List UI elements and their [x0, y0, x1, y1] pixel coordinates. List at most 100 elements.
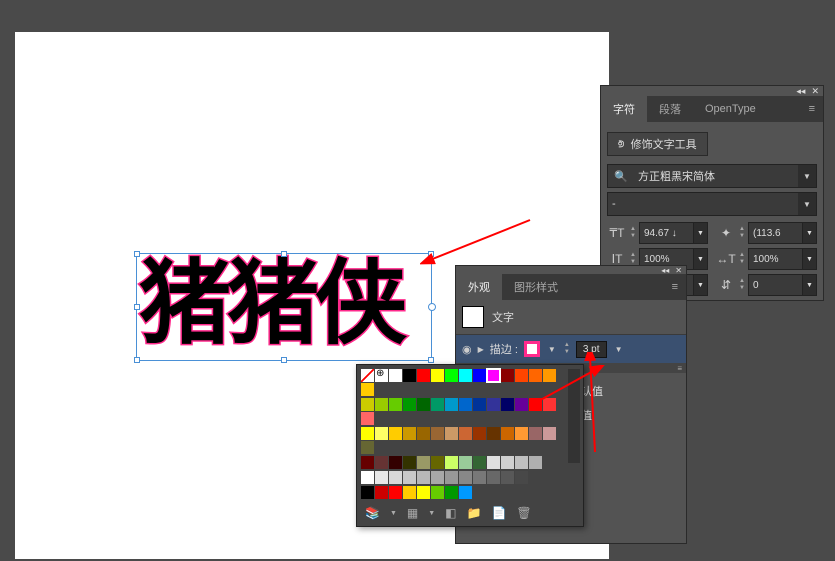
chevron-down-icon[interactable]: ▼	[694, 222, 708, 244]
swatch-item[interactable]	[417, 398, 430, 411]
swatch-item[interactable]	[501, 427, 514, 440]
handle-bot-mid[interactable]	[281, 357, 287, 363]
stroke-color-swatch[interactable]	[524, 341, 540, 357]
swatch-item[interactable]	[431, 427, 444, 440]
stepper-icon[interactable]: ▲▼	[736, 252, 748, 266]
handle-top-left[interactable]	[134, 251, 140, 257]
swatch-item[interactable]	[487, 456, 500, 469]
swatch-item[interactable]	[361, 471, 374, 484]
tab-appearance[interactable]: 外观	[456, 274, 502, 300]
swatch-item[interactable]	[473, 427, 486, 440]
swatch-item[interactable]	[543, 369, 556, 382]
swatch-item[interactable]	[389, 369, 402, 382]
swatch-item[interactable]	[487, 427, 500, 440]
swatch-item[interactable]	[361, 441, 374, 454]
swatch-item[interactable]	[487, 369, 500, 382]
close-icon[interactable]: ✕	[811, 86, 819, 97]
swatch-item[interactable]	[375, 398, 388, 411]
stepper-icon[interactable]: ▲▼	[627, 226, 639, 240]
swatch-options-icon[interactable]: ◧	[445, 506, 456, 520]
panel-menu-icon[interactable]: ≡	[801, 96, 823, 122]
swatch-item[interactable]	[389, 427, 402, 440]
tab-character[interactable]: 字符	[601, 96, 647, 122]
swatch-item[interactable]	[375, 427, 388, 440]
swatch-item[interactable]	[459, 398, 472, 411]
swatch-item[interactable]	[361, 369, 374, 382]
swatch-item[interactable]	[403, 486, 416, 499]
swatch-item[interactable]	[473, 369, 486, 382]
chevron-down-icon[interactable]: ▼	[694, 248, 708, 270]
swatch-item[interactable]	[515, 427, 528, 440]
handle-bot-right[interactable]	[428, 357, 434, 363]
visibility-icon[interactable]: ◉	[462, 343, 472, 356]
stepper-icon[interactable]: ▲▼	[736, 226, 748, 240]
baseline-input[interactable]: 0	[748, 274, 803, 296]
swatch-item[interactable]	[445, 398, 458, 411]
swatch-item[interactable]	[487, 398, 500, 411]
new-group-icon[interactable]: 📁	[467, 506, 482, 520]
list-icon[interactable]: ≡	[677, 364, 682, 373]
swatch-item[interactable]	[473, 471, 486, 484]
swatch-item[interactable]	[417, 427, 430, 440]
swatch-item[interactable]	[501, 471, 514, 484]
swatch-item[interactable]	[389, 486, 402, 499]
swatch-item[interactable]	[389, 471, 402, 484]
stepper-icon[interactable]: ▲▼	[564, 342, 570, 356]
swatch-item[interactable]	[389, 398, 402, 411]
swatch-item[interactable]	[529, 456, 542, 469]
swatch-item[interactable]	[501, 456, 514, 469]
swatch-item[interactable]	[431, 486, 444, 499]
stroke-row[interactable]: ◉ ▶ 描边 : ▼ ▲▼ 3 pt ▼	[456, 335, 686, 363]
touch-type-tool-button[interactable]: ⟄ 修饰文字工具	[607, 132, 708, 156]
chevron-down-icon[interactable]: ▼	[694, 274, 708, 296]
swatch-item[interactable]	[361, 383, 374, 396]
swatch-item[interactable]	[375, 486, 388, 499]
swatch-item[interactable]	[487, 471, 500, 484]
swatch-item[interactable]	[431, 369, 444, 382]
tab-graphic-styles[interactable]: 图形样式	[502, 274, 570, 300]
swatch-item[interactable]	[459, 369, 472, 382]
chevron-down-icon[interactable]: ▼	[803, 274, 817, 296]
handle-mid-left[interactable]	[134, 304, 140, 310]
chevron-down-icon[interactable]: ▼	[803, 248, 817, 270]
handle-top-right[interactable]	[428, 251, 434, 257]
swatch-item[interactable]	[417, 471, 430, 484]
leading-field[interactable]: ✦ ▲▼ (113.6 ▼	[716, 222, 817, 244]
tab-opentype[interactable]: OpenType	[693, 96, 768, 122]
swatch-item[interactable]	[473, 398, 486, 411]
swatch-item[interactable]	[445, 369, 458, 382]
font-size-field[interactable]: ₸T ▲▼ 94.67 ↓ ▼	[607, 222, 708, 244]
swatch-item[interactable]	[403, 427, 416, 440]
swatch-menu-icon[interactable]: ▦	[407, 506, 418, 520]
font-family-select[interactable]: 🔍 方正粗黑宋简体 ▼	[607, 164, 817, 188]
new-swatch-icon[interactable]: 📄	[491, 506, 506, 520]
swatch-item[interactable]	[403, 456, 416, 469]
swatch-item[interactable]	[529, 427, 542, 440]
swatch-item[interactable]	[375, 369, 388, 382]
swatch-item[interactable]	[459, 486, 472, 499]
swatch-item[interactable]	[515, 456, 528, 469]
swatch-item[interactable]	[501, 398, 514, 411]
swatch-item[interactable]	[431, 398, 444, 411]
tab-paragraph[interactable]: 段落	[647, 96, 693, 122]
handle-mid-right[interactable]	[428, 303, 436, 311]
panel-menu-icon[interactable]: ≡	[664, 274, 686, 300]
swatch-item[interactable]	[361, 427, 374, 440]
leading-input[interactable]: (113.6	[748, 222, 803, 244]
swatch-item[interactable]	[417, 486, 430, 499]
swatch-item[interactable]	[403, 471, 416, 484]
swatch-item[interactable]	[417, 456, 430, 469]
delete-swatch-icon[interactable]: 🗑	[516, 506, 531, 520]
hscale-input[interactable]: 100%	[748, 248, 803, 270]
collapse-icon[interactable]: ◂◂	[796, 86, 805, 97]
swatch-item[interactable]	[431, 471, 444, 484]
swatch-item[interactable]	[515, 369, 528, 382]
swatch-item[interactable]	[445, 427, 458, 440]
swatch-item[interactable]	[459, 456, 472, 469]
swatch-item[interactable]	[501, 369, 514, 382]
chevron-down-icon[interactable]: ▼	[803, 222, 817, 244]
swatch-item[interactable]	[459, 427, 472, 440]
swatch-item[interactable]	[361, 456, 374, 469]
stepper-icon[interactable]: ▲▼	[627, 252, 639, 266]
chevron-down-icon[interactable]: ▼	[390, 510, 397, 517]
